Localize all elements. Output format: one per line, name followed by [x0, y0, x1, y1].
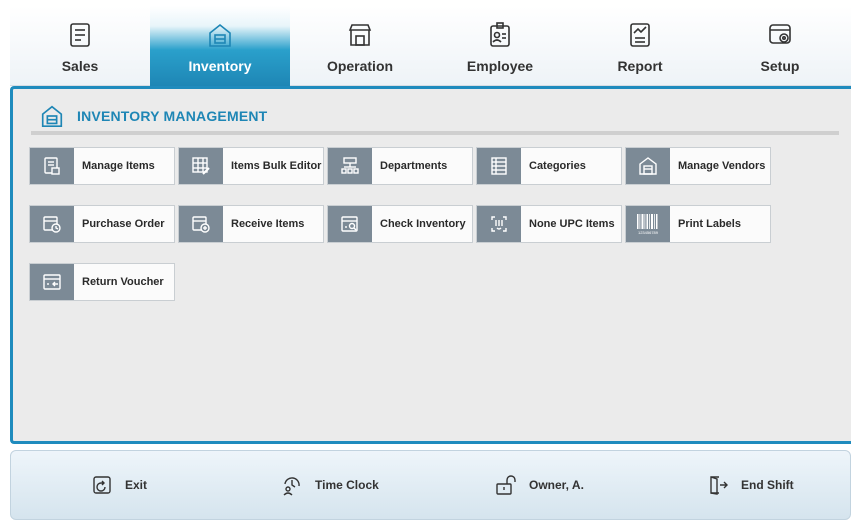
tab-label: Operation — [326, 58, 394, 74]
end-shift-label: End Shift — [741, 478, 794, 492]
logout-door-icon — [707, 474, 729, 496]
purchase-order-button[interactable]: Purchase Order — [29, 205, 175, 243]
none-upc-icon — [477, 206, 521, 242]
bulk-editor-icon — [179, 148, 223, 184]
settings-icon — [765, 20, 795, 50]
tile-label: Items Bulk Editor — [231, 160, 322, 172]
tab-report[interactable]: Report — [570, 6, 710, 86]
inventory-icon — [41, 105, 63, 128]
exit-label: Exit — [125, 478, 148, 492]
end-shift-button[interactable]: End Shift — [707, 474, 794, 496]
tab-employee[interactable]: Employee — [430, 6, 570, 86]
padlock-icon — [495, 474, 517, 496]
panel-title: INVENTORY MANAGEMENT — [77, 108, 268, 124]
id-badge-icon — [485, 20, 515, 50]
check-inventory-button[interactable]: Check Inventory — [327, 205, 473, 243]
tab-label: Inventory — [188, 58, 252, 74]
tab-operation[interactable]: Operation — [290, 6, 430, 86]
time-clock-icon — [281, 474, 303, 496]
return-voucher-icon — [30, 264, 74, 300]
check-inventory-icon — [328, 206, 372, 242]
tab-sales[interactable]: Sales — [10, 6, 150, 86]
print-labels-button[interactable]: 123456789 Print Labels — [625, 205, 771, 243]
inventory-panel: INVENTORY MANAGEMENT Manage Items Items … — [10, 86, 851, 444]
exit-button[interactable]: Exit — [91, 474, 147, 496]
tab-inventory[interactable]: Inventory — [150, 6, 290, 86]
categories-icon — [477, 148, 521, 184]
none-upc-items-button[interactable]: None UPC Items — [476, 205, 622, 243]
title-divider — [31, 131, 839, 135]
tile-label: Purchase Order — [82, 218, 165, 230]
receive-items-icon — [179, 206, 223, 242]
exit-icon — [91, 474, 113, 496]
tab-label: Setup — [760, 58, 800, 74]
receipt-icon — [65, 20, 95, 50]
time-clock-label: Time Clock — [315, 478, 379, 492]
tile-label: None UPC Items — [529, 218, 615, 230]
tile-label: Categories — [529, 160, 586, 172]
tile-label: Manage Vendors — [678, 160, 766, 172]
manage-items-icon — [30, 148, 74, 184]
panel-header: INVENTORY MANAGEMENT — [39, 103, 267, 129]
bottom-action-bar: Exit Time Clock Owner, A. End Shift — [10, 450, 851, 520]
return-voucher-button[interactable]: Return Voucher — [29, 263, 175, 301]
store-icon — [345, 20, 375, 50]
time-clock-button[interactable]: Time Clock — [281, 474, 379, 496]
items-bulk-editor-button[interactable]: Items Bulk Editor — [178, 147, 324, 185]
categories-button[interactable]: Categories — [476, 147, 622, 185]
departments-button[interactable]: Departments — [327, 147, 473, 185]
barcode-icon: 123456789 — [626, 206, 670, 242]
user-lock-button[interactable]: Owner, A. — [495, 474, 584, 496]
inventory-icon — [205, 20, 235, 50]
receive-items-button[interactable]: Receive Items — [178, 205, 324, 243]
manage-items-button[interactable]: Manage Items — [29, 147, 175, 185]
barcode-number: 123456789 — [638, 230, 659, 235]
departments-icon — [328, 148, 372, 184]
tile-label: Print Labels — [678, 218, 741, 230]
tab-label: Report — [617, 58, 663, 74]
tile-label: Manage Items — [82, 160, 155, 172]
report-icon — [625, 20, 655, 50]
tab-setup[interactable]: Setup — [710, 6, 850, 86]
user-label: Owner, A. — [529, 478, 584, 492]
vendors-icon — [626, 148, 670, 184]
purchase-order-icon — [30, 206, 74, 242]
tile-label: Receive Items — [231, 218, 305, 230]
tile-label: Return Voucher — [82, 276, 164, 288]
tab-label: Employee — [466, 58, 534, 74]
tile-label: Departments — [380, 160, 448, 172]
tab-label: Sales — [61, 58, 99, 74]
manage-vendors-button[interactable]: Manage Vendors — [625, 147, 771, 185]
tile-label: Check Inventory — [380, 218, 466, 230]
main-tab-bar: Sales Inventory Operation Employee Repor… — [10, 6, 851, 86]
